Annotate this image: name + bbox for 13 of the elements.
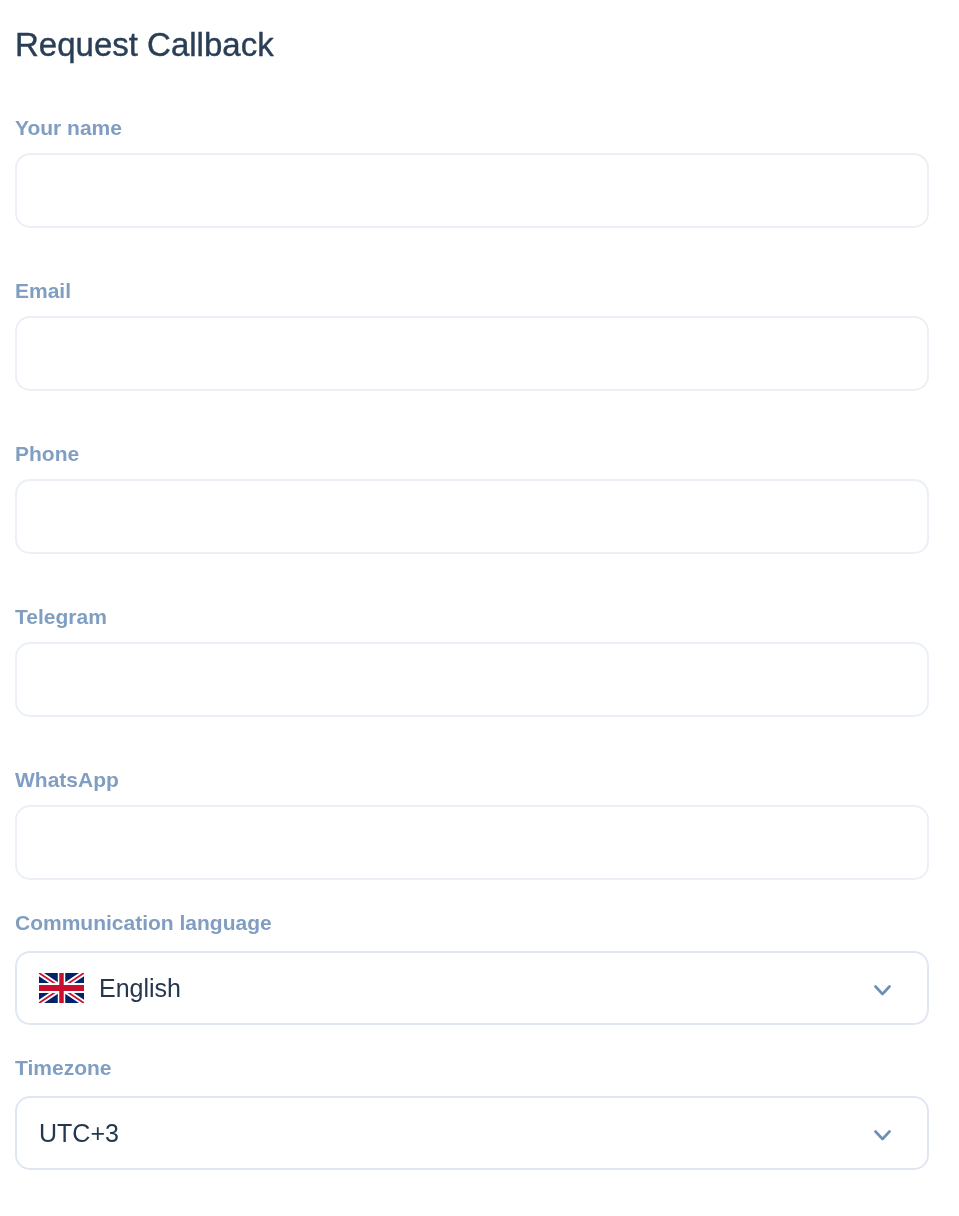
field-label: Timezone — [15, 1056, 112, 1080]
field-label: Your name — [15, 116, 122, 140]
chevron-icon — [874, 1129, 891, 1141]
dropdown-select[interactable]: English — [15, 951, 929, 1025]
field-label: Communication language — [15, 911, 272, 935]
field-label: Telegram — [15, 605, 107, 629]
form-title: Request Callback — [15, 25, 274, 65]
field-label: WhatsApp — [15, 768, 119, 792]
field-label: Email — [15, 279, 72, 303]
flag-icon — [39, 973, 84, 1003]
field-label: Phone — [15, 442, 80, 466]
chevron-icon — [874, 984, 891, 996]
dropdown-select[interactable]: UTC+3 — [15, 1096, 929, 1170]
